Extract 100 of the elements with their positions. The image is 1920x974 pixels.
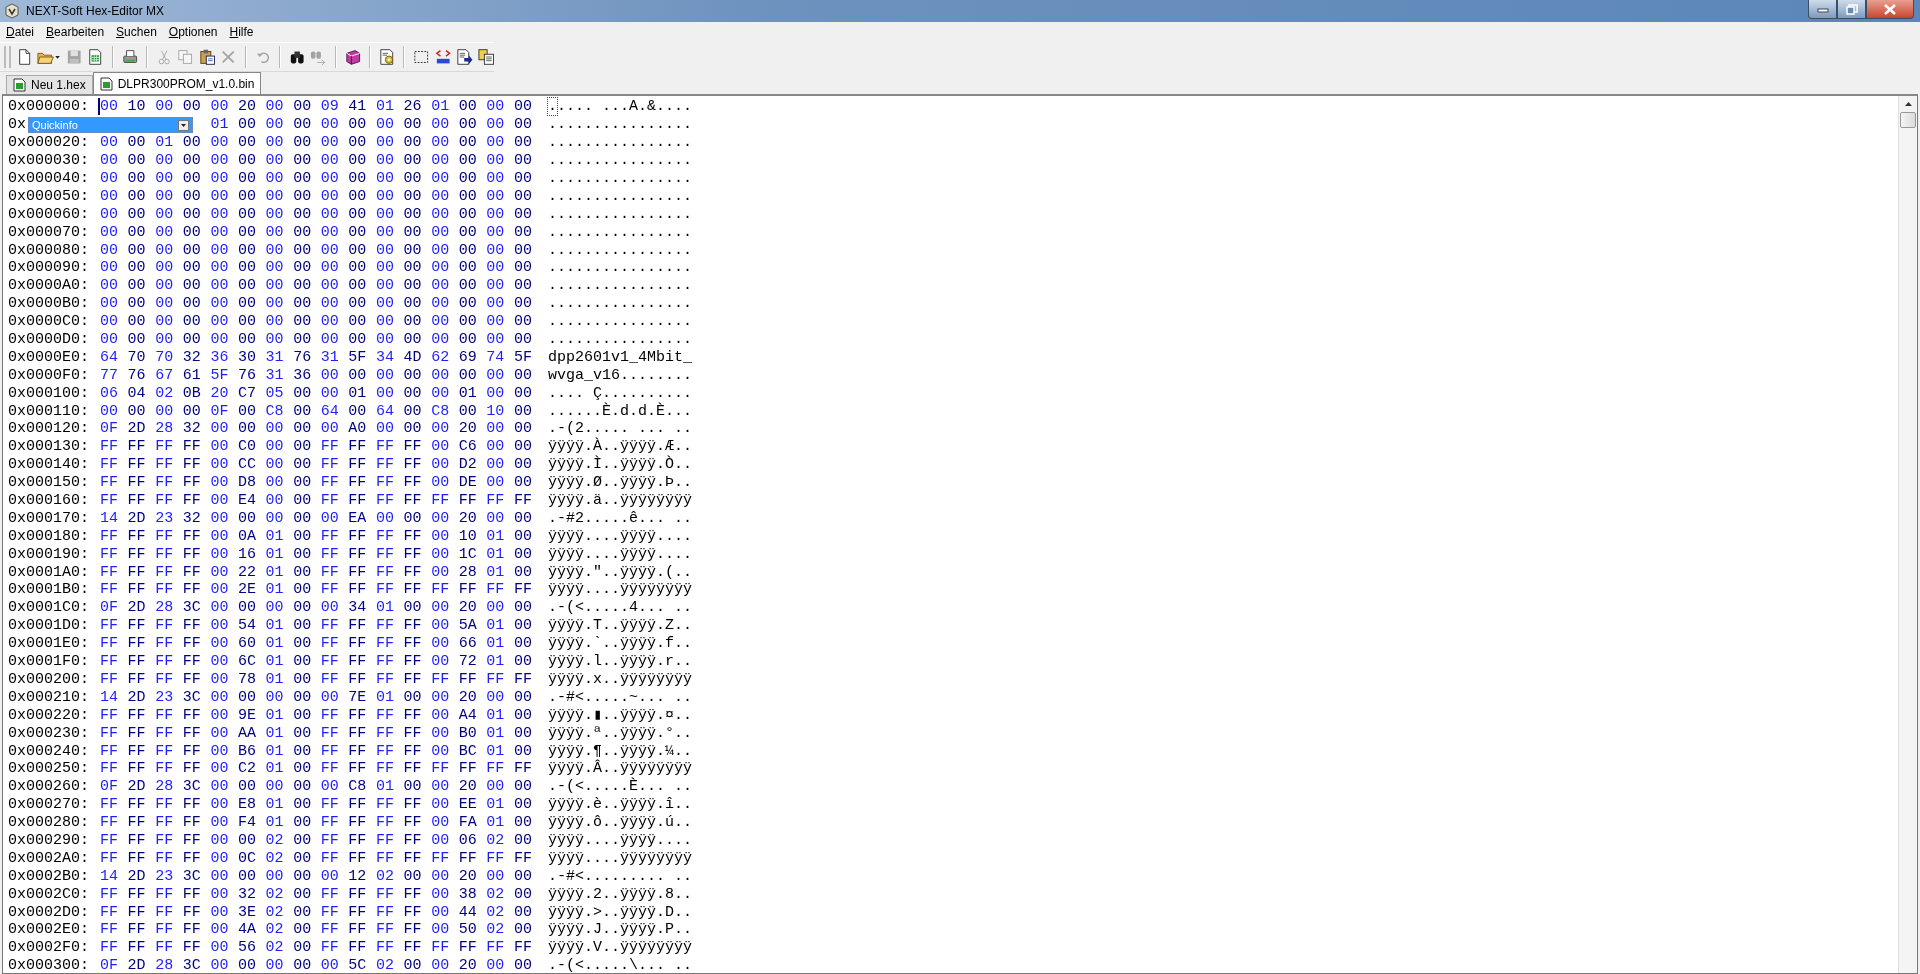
ascii-text: ÿÿÿÿ.`..ÿÿÿÿ.f.. xyxy=(548,635,693,653)
file-tab[interactable]: DLPR300PROM_v1.0.bin xyxy=(92,72,262,94)
hex-bytes: FF FF FF FF 00 32 02 00 FF FF FF FF 00 38 02 00 xyxy=(100,885,533,903)
hex-bytes: FF FF FF FF 00 22 01 00 FF FF FF FF 00 28 01 00 xyxy=(100,563,533,581)
offset-label: 0x000270: xyxy=(8,796,89,814)
ascii-text: ................ xyxy=(548,134,693,152)
hex-bytes: 00 00 00 00 00 00 00 00 00 00 00 00 00 00 00 00 xyxy=(100,277,533,295)
dashed-rectangle-icon[interactable] xyxy=(413,48,430,66)
offset-label: 0x000050: xyxy=(8,187,89,205)
ascii-text: ÿÿÿÿ.Ì..ÿÿÿÿ.Ò.. xyxy=(548,456,693,474)
offset-label: 0x xyxy=(8,116,26,134)
hex-bytes: FF FF FF FF 00 60 01 00 FF FF FF FF 00 66 01 00 xyxy=(100,635,533,653)
offset-label: 0x000030: xyxy=(8,152,89,170)
ascii-text: ÿÿÿÿ....ÿÿÿÿ.... xyxy=(548,545,693,563)
offset-label: 0x0002A0: xyxy=(8,849,89,867)
menu-item[interactable]: Hilfe xyxy=(223,25,260,39)
ascii-text: ÿÿÿÿ.Ø..ÿÿÿÿ.Þ.. xyxy=(548,474,693,492)
scrollbar[interactable] xyxy=(1898,96,1917,973)
ascii-text: ÿÿÿÿ.Â..ÿÿÿÿÿÿÿÿ xyxy=(548,760,693,778)
offset-label: 0x0001A0: xyxy=(8,563,89,581)
ascii-text: ................ xyxy=(548,116,693,134)
ascii-text: ÿÿÿÿ....ÿÿÿÿ.... xyxy=(548,831,693,849)
offset-label: 0x000240: xyxy=(8,742,89,760)
hex-bytes: 0F 2D 28 32 00 00 00 00 00 A0 00 00 00 20 00 00 xyxy=(100,420,533,438)
minimize-button[interactable] xyxy=(1808,0,1837,19)
offset-label: 0x0002B0: xyxy=(8,867,89,885)
hex-bytes: 00 00 00 00 00 00 00 00 00 00 00 00 00 00 00 00 xyxy=(100,331,533,348)
hex-bytes: 00 10 00 00 00 20 00 00 09 41 01 26 01 00 00 00 xyxy=(100,98,533,116)
offset-label: 0x0001B0: xyxy=(8,581,89,599)
clipboard-icon[interactable] xyxy=(198,48,216,66)
ascii-text: .-#<......... .. xyxy=(548,867,693,885)
hex-bytes: FF FF FF FF 00 C2 01 00 FF FF FF FF FF FF FF FF xyxy=(100,760,533,778)
ascii-text: ÿÿÿÿ.ª..ÿÿÿÿ.°.. xyxy=(548,724,693,742)
hex-bytes: FF FF FF FF 00 E4 00 00 FF FF FF FF FF FF FF FF xyxy=(100,492,533,510)
ascii-text: ÿÿÿÿ....ÿÿÿÿÿÿÿÿ xyxy=(548,849,693,867)
hex-bytes: 00 00 01 00 00 00 00 00 00 00 00 00 00 00 00 00 xyxy=(100,134,533,152)
ascii-text: ÿÿÿÿ....ÿÿÿÿ.... xyxy=(548,527,693,545)
spreadsheet-icon xyxy=(13,78,26,92)
offset-label: 0x000060: xyxy=(8,205,89,223)
ascii-text: wvga_v16........ xyxy=(548,366,693,384)
window-title: NEXT-Soft Hex-Editor MX xyxy=(26,4,165,18)
printer-icon[interactable] xyxy=(121,48,139,66)
ascii-text: ÿÿÿÿ....ÿÿÿÿÿÿÿÿ xyxy=(548,581,693,599)
offset-label: 0x0001F0: xyxy=(8,653,89,671)
offset-label: 0x000130: xyxy=(8,438,89,456)
ascii-text: ÿÿÿÿ.ä..ÿÿÿÿÿÿÿÿ xyxy=(548,492,693,510)
hex-bytes: FF FF FF FF 00 B6 01 00 FF FF FF FF 00 BC 01 00 xyxy=(100,742,533,760)
offset-label: 0x000020: xyxy=(8,134,89,152)
menu-item[interactable]: Suchen xyxy=(110,25,163,39)
ascii-text: .-(<.....4... .. xyxy=(548,599,693,617)
hex-bytes: FF FF FF FF 00 C0 00 00 FF FF FF FF 00 C6 00 00 xyxy=(100,438,533,456)
ascii-text: ......È.d.d.È... xyxy=(548,402,693,420)
hex-bytes: 0F 2D 28 3C 00 00 00 00 00 C8 01 00 00 20 00 00 xyxy=(100,778,533,796)
ascii-text: ................ xyxy=(548,152,693,170)
restore-button[interactable] xyxy=(1837,0,1866,19)
hex-bytes: FF FF FF FF 00 9E 01 00 FF FF FF FF 00 A4 01 00 xyxy=(100,706,533,724)
offset-label: 0x0000F0: xyxy=(8,366,89,384)
spreadsheet-icon[interactable] xyxy=(87,48,104,66)
menu-item[interactable]: Bearbeiten xyxy=(40,25,111,39)
scroll-thumb[interactable] xyxy=(1900,112,1916,128)
ascii-text: ................ xyxy=(548,295,693,313)
hex-bytes: 14 2D 23 3C 00 00 00 00 00 12 02 00 00 20 00 00 xyxy=(100,867,533,885)
hex-bytes: 00 00 00 00 00 00 00 00 00 00 00 00 00 00 00 00 xyxy=(100,187,533,205)
offset-label: 0x000150: xyxy=(8,474,89,492)
app-icon xyxy=(4,3,20,19)
toolbar-grip[interactable] xyxy=(4,46,11,68)
hex-bytes: 00 00 00 00 00 00 00 00 00 00 00 00 00 00 00 00 xyxy=(100,170,533,187)
ascii-text: ................ xyxy=(548,331,693,348)
hex-bytes: FF FF FF FF 00 0C 02 00 FF FF FF FF FF FF FF FF xyxy=(100,849,533,867)
hex-bytes: 0F 2D 28 3C 00 00 00 00 00 5C 02 00 00 20 00 00 xyxy=(100,957,533,974)
hex-bytes: 00 00 00 00 00 00 00 00 00 00 00 00 00 00 00 00 xyxy=(100,205,533,223)
ascii-text: ................ xyxy=(548,170,693,187)
offset-label: 0x0002F0: xyxy=(8,939,89,957)
hex-bytes: FF FF FF FF 00 E8 01 00 FF FF FF FF 00 EE 01 00 xyxy=(100,796,533,814)
pages-icon[interactable] xyxy=(477,48,494,66)
offset-label: 0x0000C0: xyxy=(8,313,89,331)
ascii-text: ..... ...A.&.... xyxy=(548,98,693,116)
ascii-text: ÿÿÿÿ.▮..ÿÿÿÿ.¤.. xyxy=(548,706,693,724)
offset-label: 0x0002C0: xyxy=(8,885,89,903)
offset-label: 0x000170: xyxy=(8,509,89,527)
ascii-text: .-#<.....~... .. xyxy=(548,688,693,706)
offset-label: 0x000260: xyxy=(8,778,89,796)
document-arrow-icon[interactable] xyxy=(456,48,473,66)
convert-icon[interactable] xyxy=(434,48,452,66)
hex-bytes: FF FF FF FF 00 78 01 00 FF FF FF FF FF FF FF FF xyxy=(100,670,533,688)
offset-label: 0x000290: xyxy=(8,831,89,849)
menu-item[interactable]: Optionen xyxy=(162,25,224,39)
ascii-text: ÿÿÿÿ.l..ÿÿÿÿ.r.. xyxy=(548,653,693,671)
ascii-text: ÿÿÿÿ.T..ÿÿÿÿ.Z.. xyxy=(548,617,693,635)
offset-label: 0x000120: xyxy=(8,420,89,438)
close-button[interactable] xyxy=(1866,0,1914,19)
hex-bytes: 06 04 02 0B 20 C7 05 00 00 01 00 00 00 01 00 00 xyxy=(100,384,533,402)
menu-item[interactable]: Datei xyxy=(0,25,41,39)
offset-label: 0x0001E0: xyxy=(8,635,89,653)
hex-bytes: FF FF FF FF 00 AA 01 00 FF FF FF FF 00 B0 01 00 xyxy=(100,724,533,742)
hex-bytes: FF FF FF FF 00 16 01 00 FF FF FF FF 00 1C 01 00 xyxy=(100,545,533,563)
hex-bytes: 0F 2D 28 3C 00 00 00 00 00 34 01 00 00 20 00 00 xyxy=(100,599,533,617)
file-tab[interactable]: Neu 1.hex xyxy=(6,75,93,94)
document-gear-icon[interactable] xyxy=(378,48,396,66)
offset-label: 0x000200: xyxy=(8,670,89,688)
